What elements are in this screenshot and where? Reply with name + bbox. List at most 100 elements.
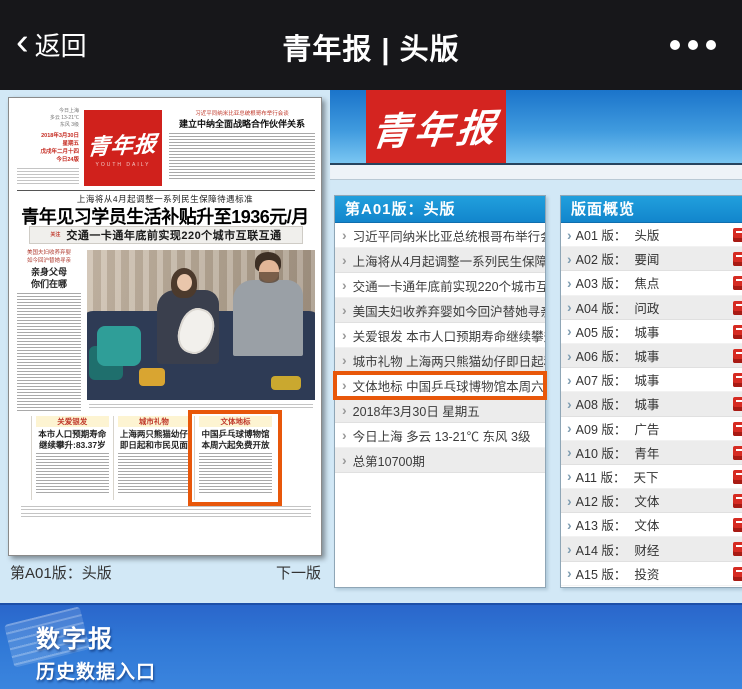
story-body-text	[36, 453, 109, 493]
page-overview-item[interactable]: › A14 版： 财经	[561, 537, 742, 561]
man-figure	[259, 272, 279, 283]
article-list-item[interactable]: › 城市礼物 上海两只熊猫幼仔即日起和市...	[335, 348, 545, 373]
site-logo-text: 青年报	[370, 97, 502, 156]
story-tag: 关注	[50, 233, 60, 238]
page-overview-item[interactable]: › A13 版： 文体	[561, 513, 742, 537]
article-title: 关爱银发 本市人口预期寿命继续攀升：8...	[353, 326, 545, 345]
masthead-info: 今日上海 多云 13-21℃ 东风 3级 2018年3月30日 星期五 戊戌年二…	[17, 108, 79, 184]
pillow	[97, 326, 141, 366]
pdf-icon[interactable]	[733, 397, 742, 411]
article-list-item[interactable]: › 总第10700期	[335, 448, 545, 473]
pdf-icon[interactable]	[733, 494, 742, 508]
site-banner: 青年报 2018年03月30日 星期五 内容导航 ▾ 版面导航 ▾ 日期导航 ▾	[330, 90, 742, 163]
article-list-item[interactable]: › 上海将从4月起调整一系列民生保障待遇...	[335, 248, 545, 273]
page-overview-item[interactable]: › A08 版： 城事	[561, 392, 742, 416]
chevron-right-icon: ›	[567, 468, 572, 484]
page-overview-item[interactable]: › A05 版： 城事	[561, 320, 742, 344]
pdf-icon[interactable]	[733, 349, 742, 363]
pdf-icon[interactable]	[733, 567, 742, 581]
pdf-icon[interactable]	[733, 542, 742, 556]
chevron-right-icon: ›	[342, 227, 347, 243]
paper-footer-text	[21, 513, 311, 518]
page-overview-item[interactable]: › A01 版： 头版	[561, 223, 742, 247]
family-photo	[87, 250, 315, 400]
pdf-icon[interactable]	[733, 252, 742, 266]
page-overview-item[interactable]: › A12 版： 文体	[561, 489, 742, 513]
paper-footer-text	[21, 506, 311, 510]
chevron-right-icon: ›	[342, 452, 347, 468]
page-number: A11 版：	[576, 467, 626, 486]
article-list-item[interactable]: › 交通一卡通年底前实现220个城市互联互通	[335, 273, 545, 298]
article-title: 文体地标 中国乒乓球博物馆本周六起免...	[353, 376, 545, 395]
page-number: A02 版：	[576, 249, 627, 268]
article-list-item[interactable]: › 文体地标 中国乒乓球博物馆本周六起免...	[335, 373, 545, 398]
article-title: 交通一卡通年底前实现220个城市互联互通	[353, 276, 545, 295]
pdf-icon[interactable]	[733, 373, 742, 387]
page-overview-item[interactable]: › A15 版： 投资	[561, 562, 742, 586]
chevron-right-icon: ›	[567, 541, 572, 557]
page-overview-list: › A01 版： 头版 › A02 版： 要闻 › A03 版： 焦点	[561, 223, 742, 586]
page-overview-header: 版面概览	[561, 196, 742, 223]
section-name: 城事	[634, 322, 659, 341]
pdf-icon[interactable]	[733, 276, 742, 290]
pdf-icon[interactable]	[733, 301, 742, 315]
digital-archive-link[interactable]: 数字报 历史数据入口	[36, 619, 156, 684]
banner-divider	[330, 163, 742, 180]
chevron-right-icon: ›	[342, 252, 347, 268]
section-name: 焦点	[634, 273, 659, 292]
chevron-right-icon: ›	[567, 251, 572, 267]
chevron-right-icon: ›	[567, 444, 572, 460]
chevron-right-icon: ›	[567, 493, 572, 509]
page-title: 青年报 | 头版	[0, 26, 742, 68]
page-number: A01 版：	[576, 225, 627, 244]
pillow	[139, 368, 165, 386]
pdf-icon[interactable]	[733, 518, 742, 532]
page-overview-item[interactable]: › A10 版： 青年	[561, 441, 742, 465]
pdf-icon[interactable]	[733, 228, 742, 242]
page-overview-item[interactable]: › A11 版： 天下	[561, 465, 742, 489]
article-list-item[interactable]: › 2018年3月30日 星期五	[335, 398, 545, 423]
page-overview-item[interactable]: › A04 版： 问政	[561, 296, 742, 320]
pdf-icon[interactable]	[733, 325, 742, 339]
section-name: 要闻	[634, 249, 659, 268]
article-list-item[interactable]: › 美国夫妇收养弃婴如今回沪替她寻亲 生...	[335, 298, 545, 323]
page-number: A15 版：	[576, 564, 627, 583]
page-overview-item[interactable]: › A02 版： 要闻	[561, 247, 742, 271]
chevron-right-icon: ›	[567, 420, 572, 436]
section-name: 城事	[634, 394, 659, 413]
chevron-right-icon: ›	[342, 402, 347, 418]
bottom-story-columns: 关爱银发 本市人口预期寿命 继续攀升:83.37岁 城市礼物 上海两只熊猫幼仔 …	[31, 416, 276, 500]
pdf-icon[interactable]	[733, 470, 742, 484]
article-list-item[interactable]: › 今日上海 多云 13-21℃ 东风 3级	[335, 423, 545, 448]
section-name: 投资	[634, 564, 659, 583]
chevron-right-icon: ›	[342, 352, 347, 368]
page-overview-panel: 版面概览 › A01 版： 头版 › A02 版： 要闻 ›	[560, 195, 742, 588]
article-list-item[interactable]: › 关爱银发 本市人口预期寿命继续攀升：8...	[335, 323, 545, 348]
section-name: 青年	[634, 443, 659, 462]
pillow	[271, 376, 301, 390]
page-overview-item[interactable]: › A07 版： 城事	[561, 368, 742, 392]
newspaper-thumbnail[interactable]: 今日上海 多云 13-21℃ 东风 3级 2018年3月30日 星期五 戊戌年二…	[8, 97, 322, 556]
next-page-button[interactable]: 下一版	[276, 562, 321, 583]
page-overview-item[interactable]: › A09 版： 广告	[561, 417, 742, 441]
chevron-right-icon: ›	[567, 348, 572, 364]
story-body-text	[169, 133, 315, 179]
page-overview-item[interactable]: › A03 版： 焦点	[561, 271, 742, 295]
story-column: 文体地标 中国乒乓球博物馆 本周六起免费开放	[194, 416, 276, 500]
chevron-right-icon: ›	[567, 275, 572, 291]
dot-icon	[706, 40, 716, 50]
article-title: 2018年3月30日 星期五	[353, 401, 480, 420]
chevron-right-icon: ›	[342, 377, 347, 393]
page-overview-item[interactable]: › A06 版： 城事	[561, 344, 742, 368]
page-number: A03 版：	[576, 273, 627, 292]
article-list-item[interactable]: › 习近平同纳米比亚总统根哥布举行会谈建...	[335, 223, 545, 248]
side-story: 美国夫妇收养弃婴 如今回沪替她寻亲 亲身父母 你们在哪	[17, 250, 81, 411]
section-name: 头版	[634, 225, 659, 244]
site-logo[interactable]: 青年报	[366, 90, 506, 163]
more-menu-button[interactable]	[670, 40, 716, 50]
pdf-icon[interactable]	[733, 446, 742, 460]
article-title: 美国夫妇收养弃婴如今回沪替她寻亲 生...	[353, 301, 545, 320]
section-name: 城事	[634, 346, 659, 365]
masthead-top-story: 习近平同纳米比亚总统根哥布举行会谈 建立中纳全面战略合作伙伴关系	[169, 110, 315, 179]
pdf-icon[interactable]	[733, 422, 742, 436]
